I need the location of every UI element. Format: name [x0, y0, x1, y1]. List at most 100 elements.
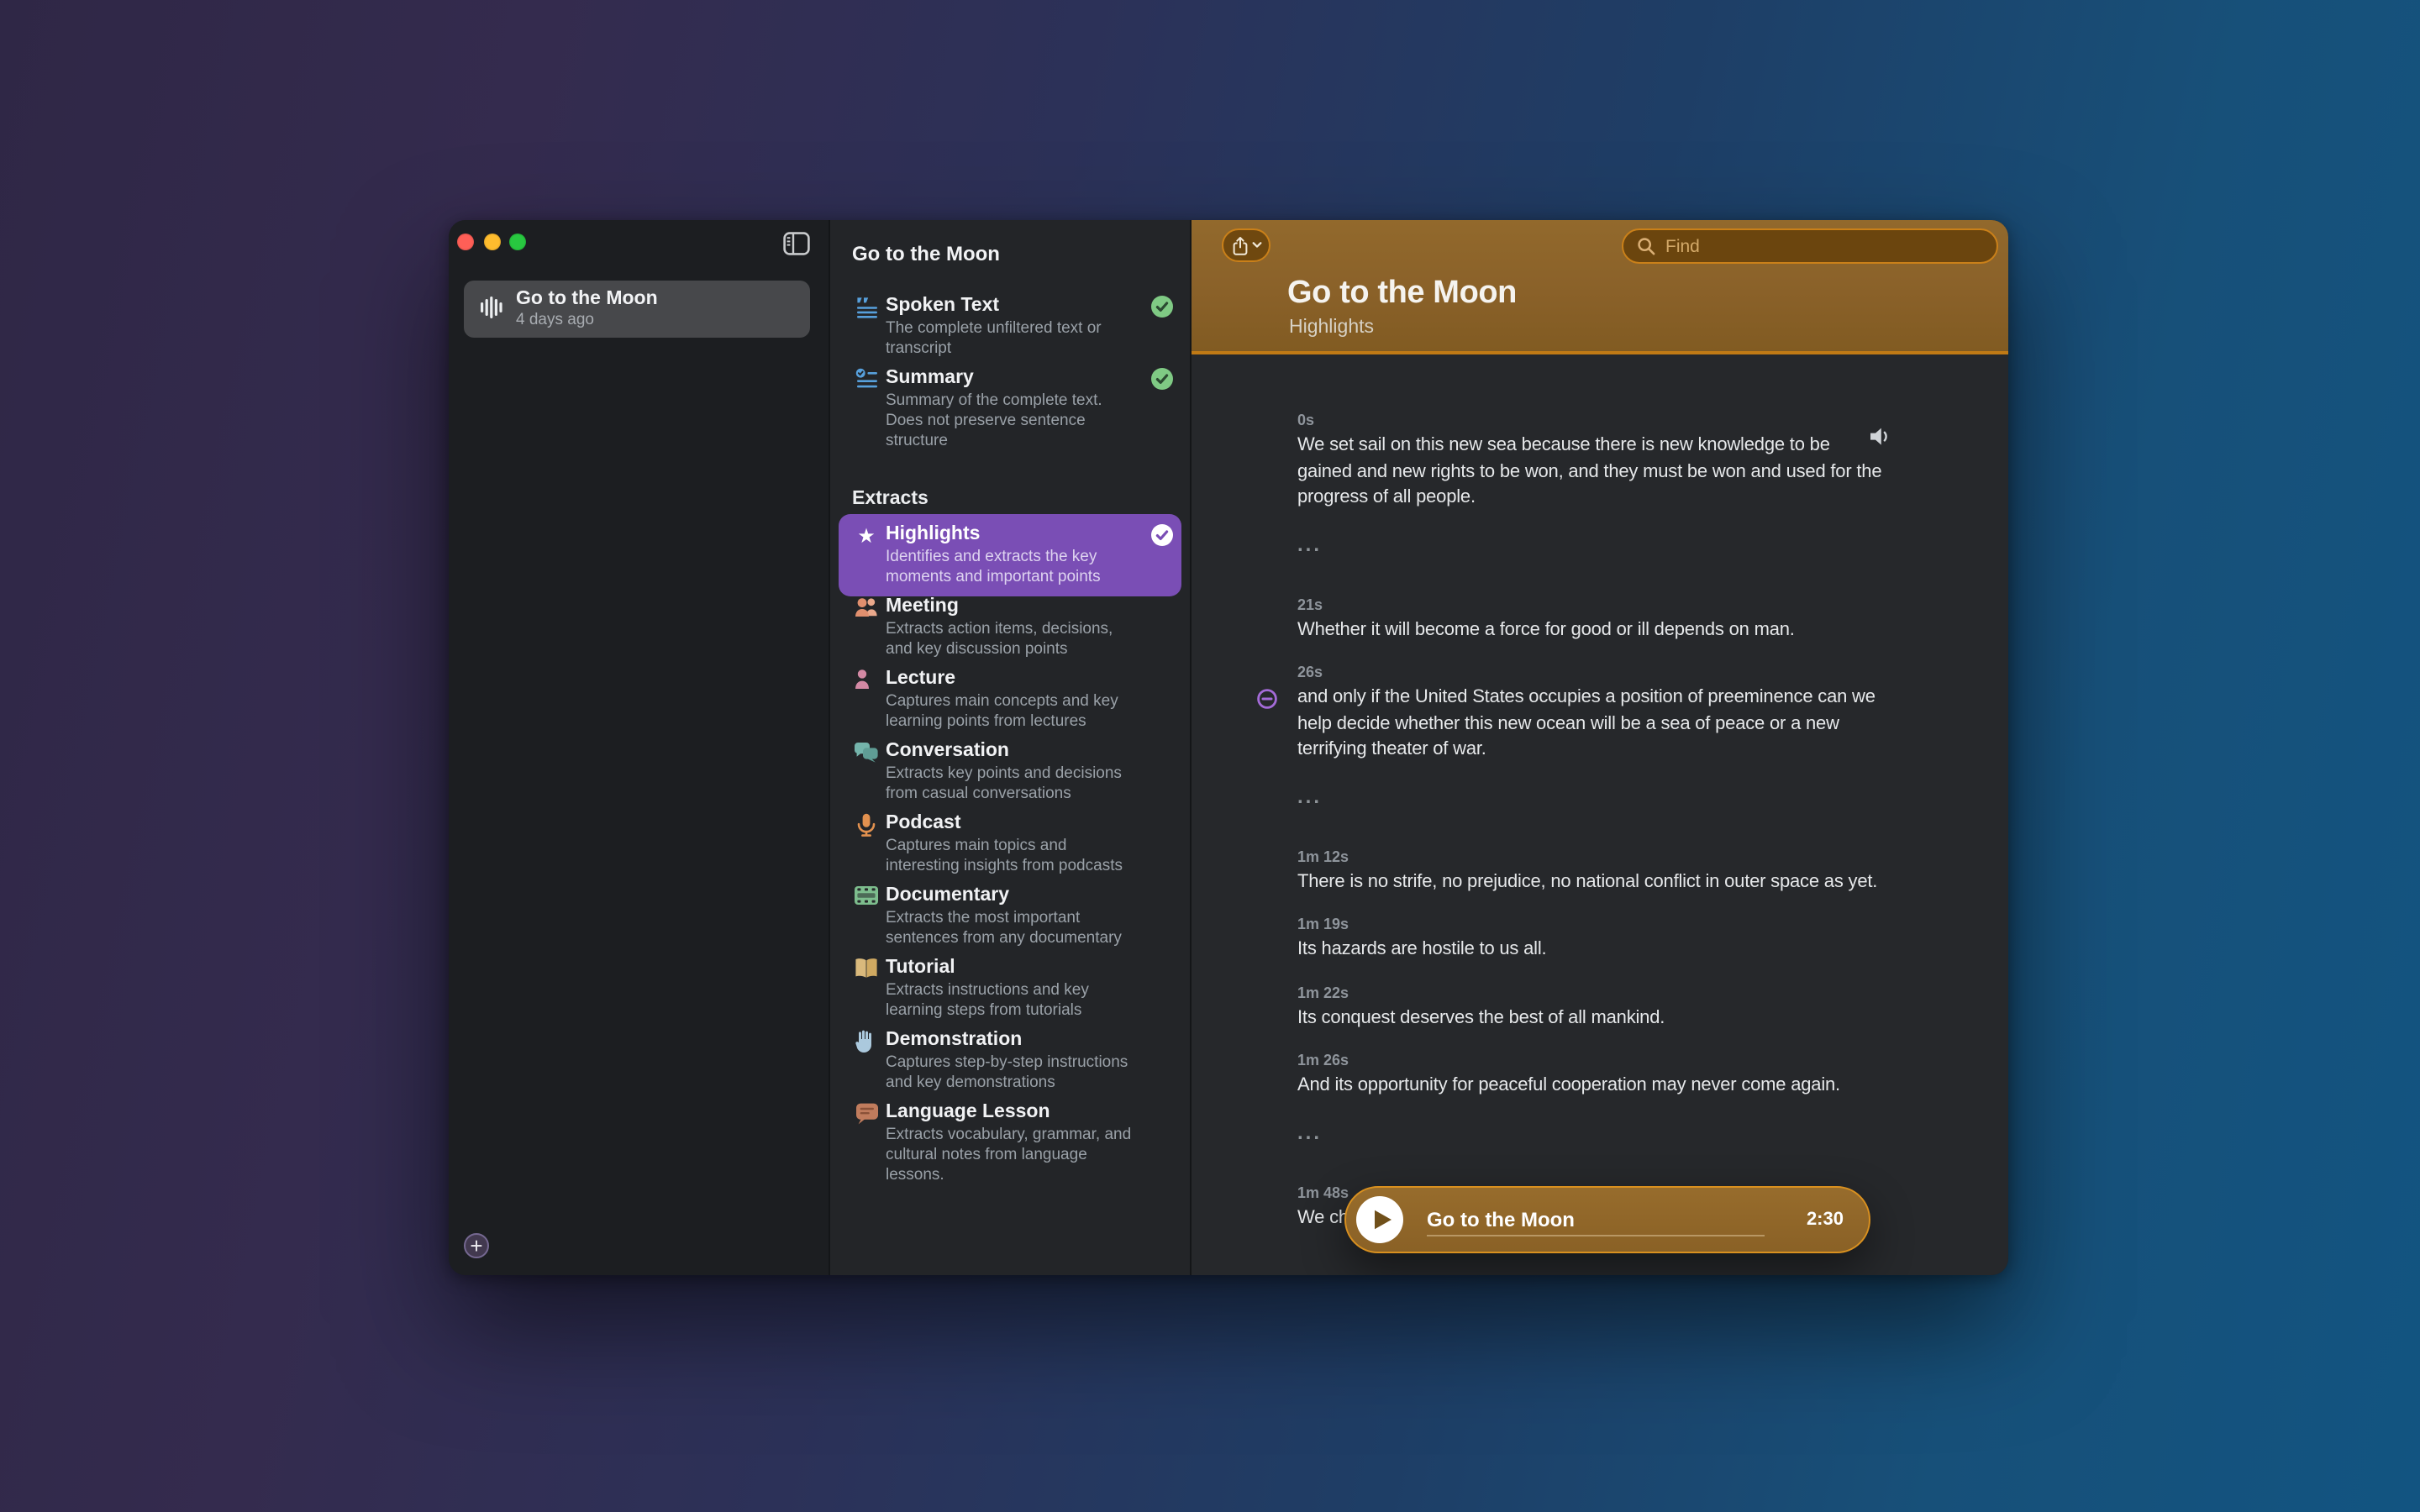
item-description: Extracts vocabulary, grammar, and cultur…	[886, 1126, 1133, 1186]
item-description: Identifies and extracts the key moments …	[886, 548, 1133, 588]
pane-title: Go to the Moon	[852, 242, 1000, 265]
item-title: Summary	[886, 366, 1133, 390]
audio-player[interactable]: Go to the Moon 2:30	[1344, 1186, 1870, 1253]
timestamp: 1m 26s	[1297, 1052, 1998, 1068]
waveform-icon	[481, 295, 502, 323]
sidebar-toggle-icon[interactable]	[783, 232, 810, 255]
item-description: Extracts key points and decisions from c…	[886, 764, 1133, 805]
highlight-entry[interactable]: 1m 12s There is no strife, no prejudice,…	[1297, 848, 1998, 895]
checklist-icon	[854, 368, 879, 391]
people-icon	[854, 596, 879, 620]
completed-check-icon	[1151, 368, 1173, 395]
item-description: Captures main topics and interesting ins…	[886, 837, 1133, 877]
completed-check-icon	[1151, 296, 1173, 323]
item-description: Captures main concepts and key learning …	[886, 692, 1133, 732]
selected-check-icon	[1151, 524, 1173, 551]
list-item-spoken-text[interactable]: Spoken Text The complete unfiltered text…	[854, 294, 1176, 360]
timestamp: 21s	[1297, 596, 1998, 612]
list-item-tutorial[interactable]: Tutorial Extracts instructions and key l…	[854, 956, 1176, 1021]
highlight-entry[interactable]: 1m 19s Its hazards are hostile to us all…	[1297, 916, 1998, 963]
highlight-text: Its hazards are hostile to us all.	[1297, 937, 1998, 963]
item-title: Documentary	[886, 884, 1133, 907]
chat-bubbles-icon	[854, 741, 879, 764]
play-button[interactable]	[1356, 1196, 1403, 1243]
highlight-text: And its opportunity for peaceful coopera…	[1297, 1074, 1998, 1100]
highlight-text: Whether it will become a force for good …	[1297, 617, 1998, 643]
list-item-highlights[interactable]: ★ Highlights Identifies and extracts the…	[854, 522, 1176, 588]
item-title: Podcast	[886, 811, 1133, 835]
find-input[interactable]	[1662, 234, 1983, 258]
item-title: Language Lesson	[886, 1100, 1133, 1124]
timestamp: 0s	[1297, 412, 1998, 428]
timestamp: 1m 12s	[1297, 848, 1998, 864]
extracts-section-header: Extracts	[852, 489, 1176, 509]
detail-pane: Go to the Moon Highlights 0s We set sail…	[1190, 220, 2008, 1275]
list-item-lecture[interactable]: Lecture Captures main concepts and key l…	[854, 667, 1176, 732]
list-item-summary[interactable]: Summary Summary of the complete text. Do…	[854, 366, 1176, 452]
list-item-meeting[interactable]: Meeting Extracts action items, decisions…	[854, 595, 1176, 660]
item-title: Tutorial	[886, 956, 1133, 979]
item-description: Summary of the complete text. Does not p…	[886, 391, 1133, 452]
close-button[interactable]	[457, 234, 474, 250]
item-description: Captures step-by-step instructions and k…	[886, 1053, 1133, 1094]
detail-header: Go to the Moon Highlights	[1192, 220, 2008, 354]
progress-bar[interactable]	[1427, 1235, 1765, 1236]
collapsed-separator[interactable]: ...	[1297, 1120, 1998, 1143]
item-title: Spoken Text	[886, 294, 1133, 318]
detail-subtitle: Highlights	[1289, 318, 1374, 338]
app-window: Go to the Moon 4 days ago + Go to the Mo…	[449, 220, 2008, 1275]
highlight-text: and only if the United States occupies a…	[1297, 685, 1889, 764]
player-title: Go to the Moon	[1427, 1208, 1575, 1231]
speaker-icon[interactable]	[1870, 427, 1894, 452]
list-item-language-lesson[interactable]: Language Lesson Extracts vocabulary, gra…	[854, 1100, 1176, 1186]
item-description: Extracts instructions and key learning s…	[886, 981, 1133, 1021]
chevron-down-icon	[1251, 242, 1261, 249]
highlight-entry[interactable]: 1m 26s And its opportunity for peaceful …	[1297, 1052, 1998, 1100]
microphone-icon	[854, 813, 879, 837]
highlight-entry[interactable]: 0s We set sail on this new sea because t…	[1297, 412, 1998, 512]
item-description: Extracts action items, decisions, and ke…	[886, 620, 1133, 660]
traffic-lights	[457, 234, 526, 250]
remove-highlight-icon[interactable]	[1257, 689, 1277, 714]
share-button[interactable]	[1222, 228, 1270, 262]
list-item-documentary[interactable]: Documentary Extracts the most important …	[854, 884, 1176, 949]
item-title: Conversation	[886, 739, 1133, 763]
timestamp: 26s	[1297, 664, 1998, 680]
detail-title: Go to the Moon	[1287, 276, 1517, 312]
film-icon	[854, 885, 879, 909]
collapsed-separator[interactable]: ...	[1297, 532, 1998, 555]
highlight-text: There is no strife, no prejudice, no nat…	[1297, 869, 1998, 895]
list-item-demonstration[interactable]: Demonstration Captures step-by-step inst…	[854, 1028, 1176, 1094]
book-icon	[854, 958, 879, 981]
item-title: Highlights	[886, 522, 1133, 546]
share-icon	[1231, 234, 1248, 256]
highlight-entry[interactable]: 26s and only if the United States occupi…	[1297, 664, 1998, 764]
item-title: Meeting	[886, 595, 1133, 618]
find-field[interactable]	[1622, 228, 1998, 264]
item-title: Lecture	[886, 667, 1133, 690]
player-duration: 2:30	[1807, 1210, 1844, 1230]
add-recording-button[interactable]: +	[464, 1233, 489, 1258]
collapsed-separator[interactable]: ...	[1297, 784, 1998, 807]
item-title: Demonstration	[886, 1028, 1133, 1052]
outline-pane: Go to the Moon Spoken Text The complete …	[829, 220, 1190, 1275]
outline-list: Spoken Text The complete unfiltered text…	[854, 294, 1176, 1193]
timestamp: 1m 19s	[1297, 916, 1998, 932]
desktop-background: Go to the Moon 4 days ago + Go to the Mo…	[0, 0, 2420, 1512]
quote-text-icon	[854, 296, 879, 319]
minimize-button[interactable]	[483, 234, 500, 250]
play-icon	[1356, 1196, 1403, 1243]
list-item-podcast[interactable]: Podcast Captures main topics and interes…	[854, 811, 1176, 877]
hand-icon	[854, 1030, 879, 1053]
list-item-conversation[interactable]: Conversation Extracts key points and dec…	[854, 739, 1176, 805]
highlight-text: Its conquest deserves the best of all ma…	[1297, 1005, 1998, 1032]
item-description: Extracts the most important sentences fr…	[886, 909, 1133, 949]
highlight-entry[interactable]: 21s Whether it will become a force for g…	[1297, 596, 1998, 643]
zoom-button[interactable]	[509, 234, 526, 250]
speech-bubble-icon	[854, 1102, 879, 1126]
highlight-entry[interactable]: 1m 22s Its conquest deserves the best of…	[1297, 984, 1998, 1032]
highlight-text: We set sail on this new sea because ther…	[1297, 433, 1889, 512]
star-icon: ★	[854, 524, 879, 548]
recording-list-item[interactable]: Go to the Moon 4 days ago	[464, 281, 810, 338]
person-icon	[854, 669, 879, 692]
